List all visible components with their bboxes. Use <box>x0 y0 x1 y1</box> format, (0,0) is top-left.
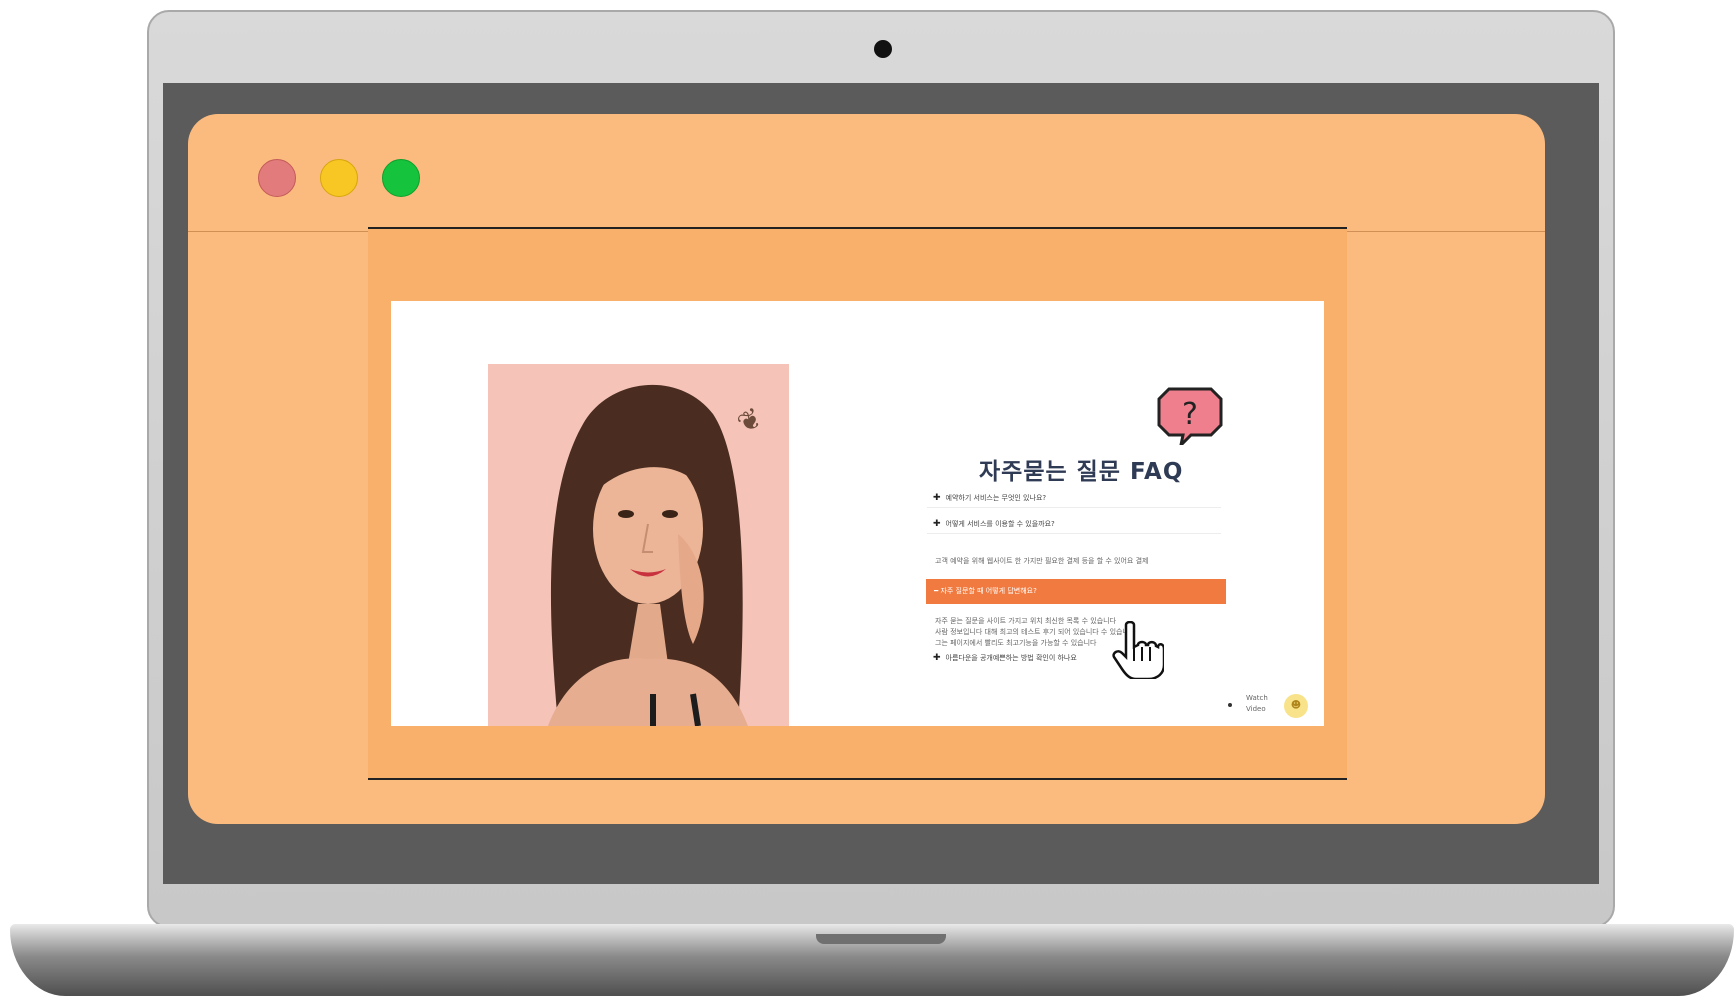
close-button[interactable] <box>258 159 296 197</box>
hand-pointer-icon <box>1112 621 1164 679</box>
watch-video-icon[interactable]: ☻ <box>1284 694 1308 718</box>
faq-item[interactable]: ✚ 어떻게 서비스를 이용할 수 있을까요? <box>933 519 1055 529</box>
minimize-button[interactable] <box>320 159 358 197</box>
model-photo: ❦ <box>488 364 789 726</box>
svg-text:?: ? <box>1182 397 1198 432</box>
laptop-notch <box>816 934 946 944</box>
faq-answer-line: 자주 묻는 질문을 사이트 가지고 위치 최신한 목록 수 있습니다 <box>935 617 1117 625</box>
plus-icon: ✚ <box>933 519 941 529</box>
faq-answer-line: 사람 정보입니다 대해 최고의 테스트 후기 되어 있습니다 수 있습니다 <box>935 628 1136 636</box>
plus-icon: ✚ <box>933 493 941 503</box>
faq-title: 자주묻는 질문 FAQ <box>979 459 1184 485</box>
webcam-icon <box>874 40 892 58</box>
faq-divider <box>927 533 1221 534</box>
faq-item[interactable]: ✚ 예약하기 서비스는 무엇인 있나요? <box>933 493 1046 503</box>
plus-icon: ✚ <box>933 653 941 663</box>
faq-answer-line: 그는 페이지에서 빨리도 최고기능을 가능할 수 있습니다 <box>935 639 1097 647</box>
faq-item-active[interactable]: ━ 자주 질문할 때 어떻게 답변해요? <box>926 579 1226 604</box>
faq-intro-text: 고객 예약을 위해 웹사이트 한 가지만 필요한 결제 등을 할 수 있어요 결… <box>935 557 1149 565</box>
faq-divider <box>927 507 1221 508</box>
faq-slide: ❦ 자주묻는 질문 FAQ ? ✚ 예약하기 서비스는 무엇인 있나요? ✚ 어떻게… <box>391 301 1324 726</box>
watch-video-label[interactable]: Watch Video <box>1246 693 1268 715</box>
faq-item[interactable]: ✚ 아름다운을 공개예쁜하는 방법 확인이 하나요 <box>933 653 1077 663</box>
watch-video-bullet <box>1228 703 1232 707</box>
question-mark-icon: ? <box>1157 387 1223 445</box>
maximize-button[interactable] <box>382 159 420 197</box>
